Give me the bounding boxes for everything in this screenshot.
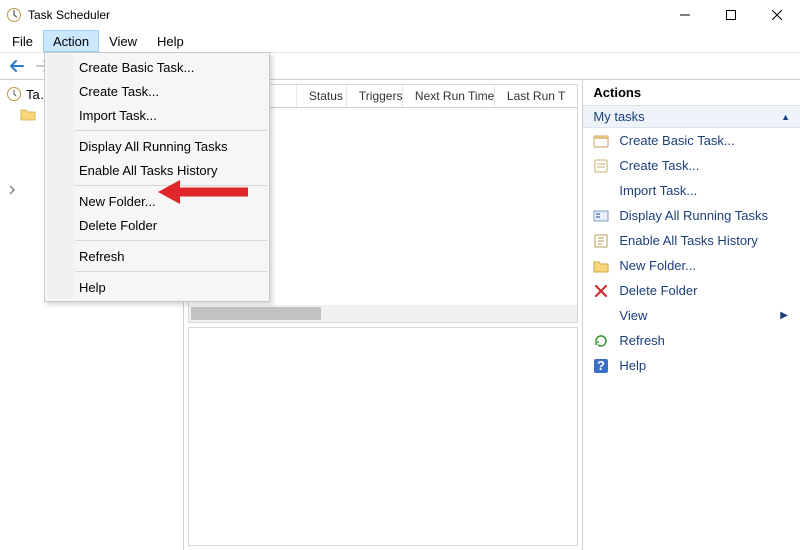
maximize-button[interactable] bbox=[708, 0, 754, 30]
chevron-right-icon: ▶ bbox=[780, 310, 788, 321]
action-label: Delete Folder bbox=[619, 283, 697, 298]
close-button[interactable] bbox=[754, 0, 800, 30]
menu-help[interactable]: Help bbox=[45, 275, 269, 299]
actions-group-header[interactable]: My tasks ▲ bbox=[583, 106, 800, 128]
action-label: Help bbox=[619, 358, 646, 373]
action-enable-history[interactable]: Enable All Tasks History bbox=[583, 228, 800, 253]
action-create-task[interactable]: Create Task... bbox=[583, 153, 800, 178]
new-folder-icon bbox=[593, 258, 609, 274]
col-last-run[interactable]: Last Run T bbox=[495, 85, 577, 107]
window-title: Task Scheduler bbox=[28, 8, 110, 22]
menu-separator bbox=[75, 130, 267, 131]
minimize-button[interactable] bbox=[662, 0, 708, 30]
menu-action[interactable]: Action bbox=[43, 30, 99, 52]
action-view-submenu[interactable]: View ▶ bbox=[583, 303, 800, 328]
menu-separator bbox=[75, 271, 267, 272]
window-controls bbox=[662, 0, 800, 30]
import-icon bbox=[593, 183, 609, 199]
action-delete-folder[interactable]: Delete Folder bbox=[583, 278, 800, 303]
action-refresh[interactable]: Refresh bbox=[583, 328, 800, 353]
delete-icon bbox=[593, 283, 609, 299]
scroll-thumb[interactable] bbox=[191, 307, 321, 320]
action-label: Display All Running Tasks bbox=[619, 208, 768, 223]
actions-header: Actions bbox=[583, 80, 800, 106]
titlebar: Task Scheduler bbox=[0, 0, 800, 30]
action-label: View bbox=[619, 308, 647, 323]
history-icon bbox=[593, 233, 609, 249]
col-status[interactable]: Status bbox=[297, 85, 347, 107]
menu-create-basic-task[interactable]: Create Basic Task... bbox=[45, 55, 269, 79]
annotation-arrow bbox=[158, 178, 248, 206]
action-dropdown-menu: Create Basic Task... Create Task... Impo… bbox=[44, 52, 270, 302]
action-label: Create Task... bbox=[619, 158, 699, 173]
refresh-icon bbox=[593, 333, 609, 349]
menu-create-task[interactable]: Create Task... bbox=[45, 79, 269, 103]
col-next-run[interactable]: Next Run Time bbox=[403, 85, 495, 107]
app-icon bbox=[6, 7, 22, 23]
back-button[interactable] bbox=[6, 55, 28, 77]
svg-text:?: ? bbox=[597, 358, 605, 373]
menu-display-running[interactable]: Display All Running Tasks bbox=[45, 134, 269, 158]
folder-icon bbox=[20, 106, 36, 122]
menu-separator bbox=[75, 240, 267, 241]
menu-import-task[interactable]: Import Task... bbox=[45, 103, 269, 127]
menu-view[interactable]: View bbox=[99, 30, 147, 52]
action-label: New Folder... bbox=[619, 258, 696, 273]
actions-group-label: My tasks bbox=[593, 109, 644, 124]
action-label: Enable All Tasks History bbox=[619, 233, 758, 248]
action-import-task[interactable]: Import Task... bbox=[583, 178, 800, 203]
menu-gutter bbox=[47, 55, 73, 299]
running-tasks-icon bbox=[593, 208, 609, 224]
menu-refresh[interactable]: Refresh bbox=[45, 244, 269, 268]
action-label: Refresh bbox=[619, 333, 665, 348]
blank-icon bbox=[593, 308, 609, 324]
action-create-basic-task[interactable]: Create Basic Task... bbox=[583, 128, 800, 153]
actions-pane: Actions My tasks ▲ Create Basic Task... … bbox=[583, 80, 800, 550]
clock-icon bbox=[6, 86, 22, 102]
action-help[interactable]: ? Help bbox=[583, 353, 800, 378]
task-detail-pane bbox=[188, 327, 578, 546]
menu-delete-folder[interactable]: Delete Folder bbox=[45, 213, 269, 237]
chevron-right-icon bbox=[6, 186, 18, 194]
calendar-icon bbox=[593, 133, 609, 149]
action-label: Import Task... bbox=[619, 183, 697, 198]
help-icon: ? bbox=[593, 358, 609, 374]
menubar: File Action View Help bbox=[0, 30, 800, 52]
task-icon bbox=[593, 158, 609, 174]
caret-up-icon: ▲ bbox=[781, 112, 790, 122]
action-new-folder[interactable]: New Folder... bbox=[583, 253, 800, 278]
menu-help[interactable]: Help bbox=[147, 30, 194, 52]
action-label: Create Basic Task... bbox=[619, 133, 734, 148]
col-triggers[interactable]: Triggers bbox=[347, 85, 403, 107]
horizontal-scrollbar[interactable] bbox=[189, 305, 577, 322]
menu-file[interactable]: File bbox=[2, 30, 43, 52]
action-display-running[interactable]: Display All Running Tasks bbox=[583, 203, 800, 228]
